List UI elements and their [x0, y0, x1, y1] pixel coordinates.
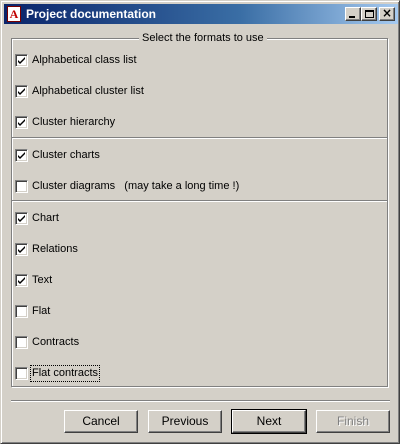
- close-icon: ×: [381, 6, 393, 20]
- option-label: Chart: [32, 212, 59, 224]
- checkbox[interactable]: [15, 336, 28, 349]
- minimize-button[interactable]: [345, 7, 361, 21]
- checkbox[interactable]: [15, 274, 28, 287]
- option-label: Flat: [32, 305, 51, 317]
- checkbox[interactable]: [15, 116, 28, 129]
- dialog-window: A Project documentation × Select the for…: [0, 0, 400, 444]
- option-label: Contracts: [32, 336, 80, 348]
- next-button[interactable]: Next: [231, 409, 307, 434]
- checkbox[interactable]: [15, 367, 28, 380]
- checkmark-icon: [18, 215, 25, 222]
- group-separator: [12, 137, 387, 139]
- close-button[interactable]: ×: [379, 6, 395, 21]
- minimize-icon: [349, 16, 355, 18]
- checkmark-icon: [18, 277, 25, 284]
- checkbox[interactable]: [15, 54, 28, 67]
- maximize-icon: [365, 10, 374, 18]
- formats-group-legend: Select the formats to use: [139, 31, 267, 45]
- window-title: Project documentation: [26, 7, 157, 21]
- checkbox[interactable]: [15, 243, 28, 256]
- checkmark-icon: [18, 246, 25, 253]
- option-label: Flat contracts: [29, 365, 101, 382]
- checkmark-icon: [18, 88, 25, 95]
- title-bar[interactable]: A Project documentation ×: [4, 4, 398, 24]
- checkbox[interactable]: [15, 212, 28, 225]
- checkmark-icon: [18, 57, 25, 64]
- checkbox[interactable]: [15, 149, 28, 162]
- app-a-icon[interactable]: A: [7, 6, 21, 22]
- button-separator: [11, 400, 390, 402]
- option-label: Text: [32, 274, 53, 286]
- group-separator: [12, 200, 387, 202]
- option-label: Relations: [32, 243, 78, 255]
- maximize-button[interactable]: [361, 7, 377, 21]
- option-label: Cluster hierarchy: [32, 116, 116, 128]
- checkbox[interactable]: [15, 180, 28, 193]
- option-label: Alphabetical class list: [32, 54, 137, 66]
- previous-button[interactable]: Previous: [148, 410, 222, 433]
- checkbox[interactable]: [15, 305, 28, 318]
- checkmark-icon: [18, 119, 25, 126]
- cancel-button[interactable]: Cancel: [64, 410, 138, 433]
- option-label: Cluster diagrams (may take a long time !…: [32, 180, 240, 192]
- checkbox[interactable]: [15, 85, 28, 98]
- option-label: Cluster charts: [32, 149, 100, 161]
- checkmark-icon: [18, 152, 25, 159]
- finish-button[interactable]: Finish: [316, 410, 390, 433]
- option-label: Alphabetical cluster list: [32, 85, 144, 97]
